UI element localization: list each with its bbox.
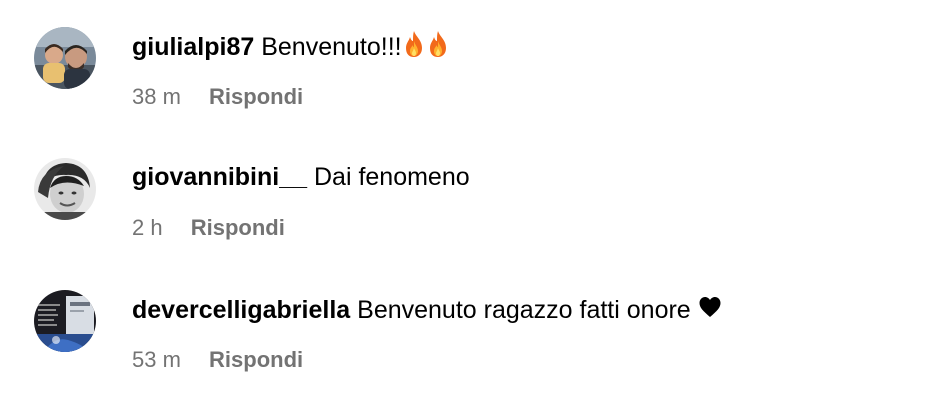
- comment-line: giulialpi87 Benvenuto!!!: [132, 30, 450, 63]
- username-link[interactable]: devercelligabriella: [132, 296, 350, 324]
- comment-text: Benvenuto!!!: [261, 33, 402, 61]
- comment-meta: 2 h Rispondi: [132, 214, 285, 242]
- comment-text: Dai fenomeno: [313, 163, 470, 191]
- fire-emoji-icon: [402, 30, 426, 58]
- reply-button[interactable]: Rispondi: [209, 346, 303, 374]
- timestamp: 2 h: [132, 215, 163, 240]
- timestamp: 38 m: [132, 84, 181, 109]
- fire-emoji-icon: [426, 30, 450, 58]
- avatar[interactable]: [34, 290, 96, 352]
- username-link[interactable]: giovannibini__: [132, 163, 307, 191]
- timestamp: 53 m: [132, 347, 181, 372]
- comment-line: giovannibini__ Dai fenomeno: [132, 161, 470, 193]
- comment-line: devercelligabriella Benvenuto ragazzo fa…: [132, 293, 722, 326]
- comment-meta: 53 m Rispondi: [132, 346, 303, 374]
- comment-item: giulialpi87 Benvenuto!!! 38 m Rispondi: [34, 27, 914, 109]
- comment-meta: 38 m Rispondi: [132, 83, 303, 111]
- username-link[interactable]: giulialpi87: [132, 33, 254, 61]
- comment-text: Benvenuto ragazzo fatti onore: [357, 296, 691, 324]
- black-heart-emoji-icon: [698, 293, 722, 321]
- comment-item: giovannibini__ Dai fenomeno 2 h Rispondi: [34, 158, 914, 240]
- avatar[interactable]: [34, 27, 96, 89]
- avatar[interactable]: [34, 158, 96, 220]
- reply-button[interactable]: Rispondi: [209, 83, 303, 111]
- comment-item: devercelligabriella Benvenuto ragazzo fa…: [34, 290, 914, 372]
- reply-button[interactable]: Rispondi: [191, 214, 285, 242]
